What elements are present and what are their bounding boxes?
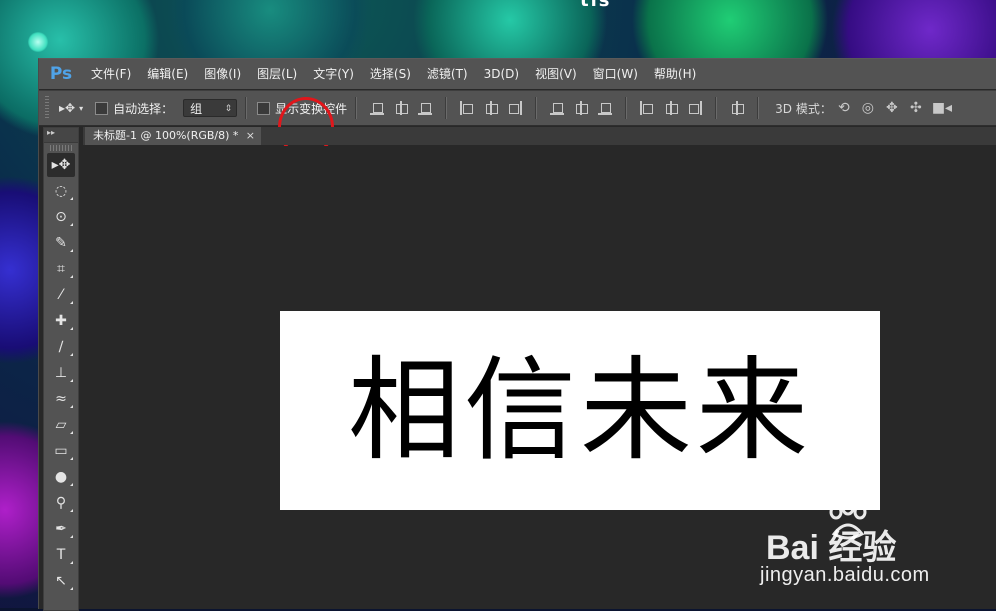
healing-brush-tool-icon[interactable]: ✚ — [47, 309, 75, 333]
canvas-text-layer[interactable]: 相信未来 — [348, 355, 812, 467]
gradient-tool-icon[interactable]: ▭ — [47, 439, 75, 463]
document-tab-title: 未标题-1 @ 100%(RGB/8) * — [93, 129, 239, 142]
menu-help[interactable]: 帮助(H) — [646, 59, 704, 89]
type-tool-icon[interactable]: T — [47, 543, 75, 567]
menu-layer[interactable]: 图层(L) — [249, 59, 305, 89]
roll-3d-icon[interactable]: ◎ — [860, 100, 876, 116]
align-vertical-center-icon[interactable] — [394, 101, 409, 115]
align-horizontal-center-icon[interactable] — [484, 101, 499, 115]
menu-bar: Ps 文件(F) 编辑(E) 图像(I) 图层(L) 文字(Y) 选择(S) 滤… — [39, 59, 996, 89]
menu-select[interactable]: 选择(S) — [362, 59, 419, 89]
auto-select-checkbox[interactable] — [95, 101, 109, 115]
eraser-tool-icon[interactable]: ▱ — [47, 413, 75, 437]
orbit-3d-icon[interactable]: ⟲ — [836, 100, 852, 116]
watermark-brand: Bai 经验 — [766, 529, 897, 567]
history-brush-tool-icon[interactable]: ≈ — [47, 387, 75, 411]
auto-select-label: 自动选择： — [113, 101, 174, 116]
lasso-tool-icon[interactable]: ⊙ — [47, 205, 75, 229]
distribute-vertical-center-icon[interactable] — [574, 101, 589, 115]
path-selection-tool-icon[interactable]: ↖ — [47, 569, 75, 593]
auto-align-layers-icon[interactable] — [730, 101, 745, 115]
crop-tool-icon[interactable]: ⌗ — [47, 257, 75, 281]
close-icon[interactable]: × — [246, 127, 255, 145]
align-right-icon[interactable] — [508, 101, 522, 115]
toolbar-divider — [757, 97, 760, 119]
tool-preset-picker[interactable]: ▸✥ ▾ — [59, 101, 83, 115]
menu-filter[interactable]: 滤镜(T) — [419, 59, 476, 89]
document-canvas[interactable]: 相信未来 — [280, 311, 880, 510]
menu-file[interactable]: 文件(F) — [83, 59, 139, 89]
menu-view[interactable]: 视图(V) — [527, 59, 585, 89]
tools-panel: ▸▸ ▸✥ ◌ ⊙ ✎ ⌗ ⁄ ✚ ∕ ⊥ ≈ ▱ ▭ ● ⚲ ✒ T ↖ — [43, 127, 79, 611]
slide-3d-icon[interactable]: ✣ — [908, 100, 924, 116]
menu-3d[interactable]: 3D(D) — [476, 59, 527, 89]
pan-3d-icon[interactable]: ✥ — [884, 100, 900, 116]
auto-select-value: 组 — [190, 102, 203, 116]
align-top-icon[interactable] — [370, 101, 385, 115]
scale-3d-icon[interactable]: ■◂ — [932, 100, 952, 116]
tools-panel-grip[interactable] — [50, 145, 72, 151]
pen-tool-icon[interactable]: ✒ — [47, 517, 75, 541]
quick-selection-tool-icon[interactable]: ✎ — [47, 231, 75, 255]
marquee-tool-icon[interactable]: ◌ — [47, 179, 75, 203]
bokeh-light — [28, 32, 48, 52]
options-bar: ▸✥ ▾ 自动选择： 组 ⇕ 显示变换控件 3D 模式： ⟲ ◎ ✥ ✣ ■◂ — [39, 90, 996, 126]
toolbar-divider — [535, 97, 538, 119]
chevron-down-icon: ▾ — [79, 103, 84, 113]
clone-stamp-tool-icon[interactable]: ⊥ — [47, 361, 75, 385]
distribute-left-icon[interactable] — [640, 101, 654, 115]
distribute-bottom-icon[interactable] — [598, 101, 613, 115]
show-transform-checkbox[interactable] — [257, 101, 271, 115]
tools-panel-collapse-icon[interactable]: ▸▸ — [44, 128, 78, 143]
distribute-horizontal-center-icon[interactable] — [664, 101, 679, 115]
options-bar-grip[interactable] — [45, 96, 49, 120]
blur-tool-icon[interactable]: ● — [47, 465, 75, 489]
distribute-top-icon[interactable] — [550, 101, 565, 115]
menu-type[interactable]: 文字(Y) — [305, 59, 362, 89]
eyedropper-tool-icon[interactable]: ⁄ — [47, 283, 75, 307]
align-left-icon[interactable] — [460, 101, 474, 115]
watermark-url: jingyan.baidu.com — [760, 564, 930, 586]
menu-image[interactable]: 图像(I) — [196, 59, 249, 89]
toolbar-divider — [445, 97, 448, 119]
updown-arrow-icon: ⇕ — [224, 104, 233, 114]
toolbar-divider — [355, 97, 358, 119]
menu-edit[interactable]: 编辑(E) — [139, 59, 196, 89]
move-tool-icon: ▸✥ — [59, 101, 76, 115]
toolbar-divider — [715, 97, 718, 119]
align-bottom-icon[interactable] — [418, 101, 433, 115]
brush-tool-icon[interactable]: ∕ — [47, 335, 75, 359]
document-tab-bar: 未标题-1 @ 100%(RGB/8) * × — [83, 127, 996, 145]
ps-logo: Ps — [49, 64, 73, 84]
baidu-jingyan-watermark: Bai 经验 jingyan.baidu.com — [760, 498, 960, 598]
mode-3d-label: 3D 模式： — [775, 101, 832, 116]
move-tool-icon[interactable]: ▸✥ — [47, 153, 75, 177]
menu-window[interactable]: 窗口(W) — [585, 59, 646, 89]
auto-select-dropdown[interactable]: 组 ⇕ — [183, 99, 238, 117]
document-tab[interactable]: 未标题-1 @ 100%(RGB/8) * × — [85, 127, 261, 145]
toolbar-divider — [625, 97, 628, 119]
dodge-tool-icon[interactable]: ⚲ — [47, 491, 75, 515]
distribute-right-icon[interactable] — [688, 101, 702, 115]
desktop-partial-text: tis — [580, 0, 612, 11]
toolbar-divider — [245, 97, 248, 119]
